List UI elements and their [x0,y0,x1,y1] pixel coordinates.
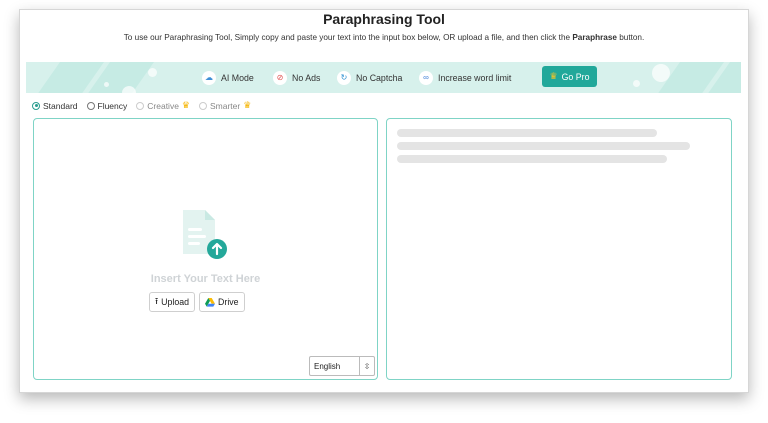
feature-no-captcha: ↻ No Captcha [337,71,402,85]
document-upload-icon [183,210,227,259]
loading-skeleton-line [397,129,657,137]
banner-dot [148,68,157,77]
feature-label: AI Mode [221,73,254,83]
input-placeholder: Insert Your Text Here [150,273,261,285]
language-select[interactable]: English ⇳ [309,356,375,376]
mode-label: Standard [43,100,78,111]
google-drive-icon [205,297,216,307]
input-text-panel[interactable]: Insert Your Text Here ⭱ Upload Drive Eng… [33,118,378,380]
loading-skeleton-line [397,155,667,163]
drive-label: Drive [218,297,239,307]
feature-label: No Ads [292,73,321,83]
no-ads-icon: ⊘ [273,71,287,85]
mode-label: Smarter [210,100,241,111]
radio-button[interactable] [199,101,207,110]
mode-label: Fluency [97,100,128,111]
subtitle-bold: Paraphrase [572,33,617,42]
drive-button[interactable]: Drive [199,292,245,312]
go-pro-label: Go Pro [561,71,590,82]
output-text-panel [386,118,732,380]
radio-button[interactable] [86,101,95,110]
banner-dot [652,64,670,82]
upload-icon: ⭱ [155,296,159,306]
mode-creative[interactable]: Creative ♛ [136,100,190,111]
select-arrows-icon: ⇳ [359,357,374,375]
crown-icon: ♛ [243,100,252,110]
crown-icon: ♛ [549,71,558,81]
mode-label: Creative [147,100,179,111]
feature-label: No Captcha [356,73,403,83]
banner-dot [633,80,640,87]
banner-dot [104,82,109,87]
upload-label: Upload [161,297,190,307]
mode-smarter[interactable]: Smarter ♛ [199,100,251,111]
radio-button[interactable] [136,101,145,110]
page-subtitle: To use our Paraphrasing Tool, Simply cop… [20,33,748,42]
upload-buttons: ⭱ Upload Drive [149,292,249,312]
feature-label: Increase word limit [438,73,512,83]
upload-button[interactable]: ⭱ Upload [149,292,196,312]
loading-skeleton-line [397,142,690,150]
feature-word-limit: ∞ Increase word limit [419,71,511,85]
captcha-icon: ↻ [337,71,351,85]
paraphrasing-tool-window: Paraphrasing Tool To use our Paraphrasin… [19,9,749,393]
subtitle-text: To use our Paraphrasing Tool, Simply cop… [123,33,573,42]
infinity-icon: ∞ [419,71,433,85]
page-title: Paraphrasing Tool [323,11,445,27]
mode-fluency[interactable]: Fluency [86,100,128,111]
mode-selector: Standard Fluency Creative ♛ Smarter ♛ [32,100,260,111]
pro-features-banner: ☁ AI Mode ⊘ No Ads ↻ No Captcha ∞ Increa… [26,62,741,93]
mode-standard[interactable]: Standard [32,101,78,111]
go-pro-button[interactable]: ♛ Go Pro [542,66,597,87]
subtitle-text-end: button. [616,33,645,42]
ai-mode-icon: ☁ [202,71,216,85]
banner-dot [122,86,136,93]
radio-button[interactable] [32,101,40,110]
feature-no-ads: ⊘ No Ads [273,71,320,85]
feature-ai-mode: ☁ AI Mode [202,71,254,85]
language-value: English [314,361,341,371]
crown-icon: ♛ [181,100,190,110]
